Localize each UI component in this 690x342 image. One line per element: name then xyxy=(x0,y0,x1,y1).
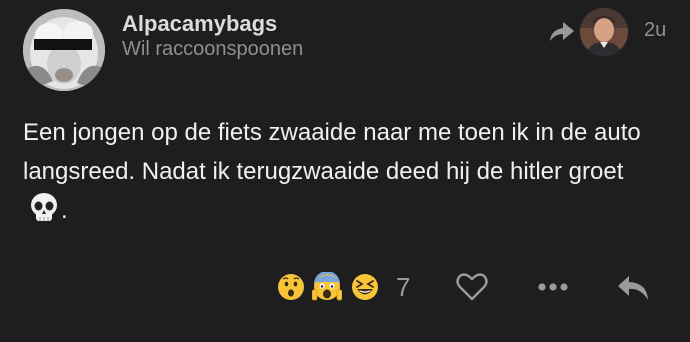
skull-emoji-icon xyxy=(27,191,61,225)
open-mouth-emoji-icon[interactable] xyxy=(276,272,306,302)
author-user-title: Wil raccoonspoonen xyxy=(122,38,304,60)
author-username[interactable]: Alpacamybags xyxy=(122,11,277,37)
reply-to-user-avatar[interactable] xyxy=(580,8,628,56)
more-options-button[interactable] xyxy=(536,276,570,298)
scream-emoji-icon[interactable] xyxy=(311,271,343,302)
reaction-count[interactable]: 7 xyxy=(396,272,410,303)
more-dots-icon xyxy=(538,283,568,291)
laughing-emoji-icon[interactable] xyxy=(350,272,380,302)
post-body: Een jongen op de fiets zwaaide naar me t… xyxy=(23,113,663,230)
reply-button[interactable] xyxy=(615,273,651,303)
post-text: Een jongen op de fiets zwaaide naar me t… xyxy=(23,119,641,185)
like-button[interactable] xyxy=(456,272,488,302)
post-date[interactable]: 2u xyxy=(644,19,666,42)
post-end-punctuation: . xyxy=(61,197,68,224)
user-avatar-icon xyxy=(580,8,628,56)
author-avatar[interactable] xyxy=(23,9,105,91)
post: Alpacamybags Wil raccoonspoonen 2u Een j… xyxy=(0,0,690,342)
reply-arrow-icon[interactable] xyxy=(548,20,576,44)
post-actions: 7 xyxy=(0,264,690,314)
reply-icon xyxy=(618,276,648,300)
alpaca-avatar-icon xyxy=(23,9,105,91)
heart-icon xyxy=(456,273,488,301)
